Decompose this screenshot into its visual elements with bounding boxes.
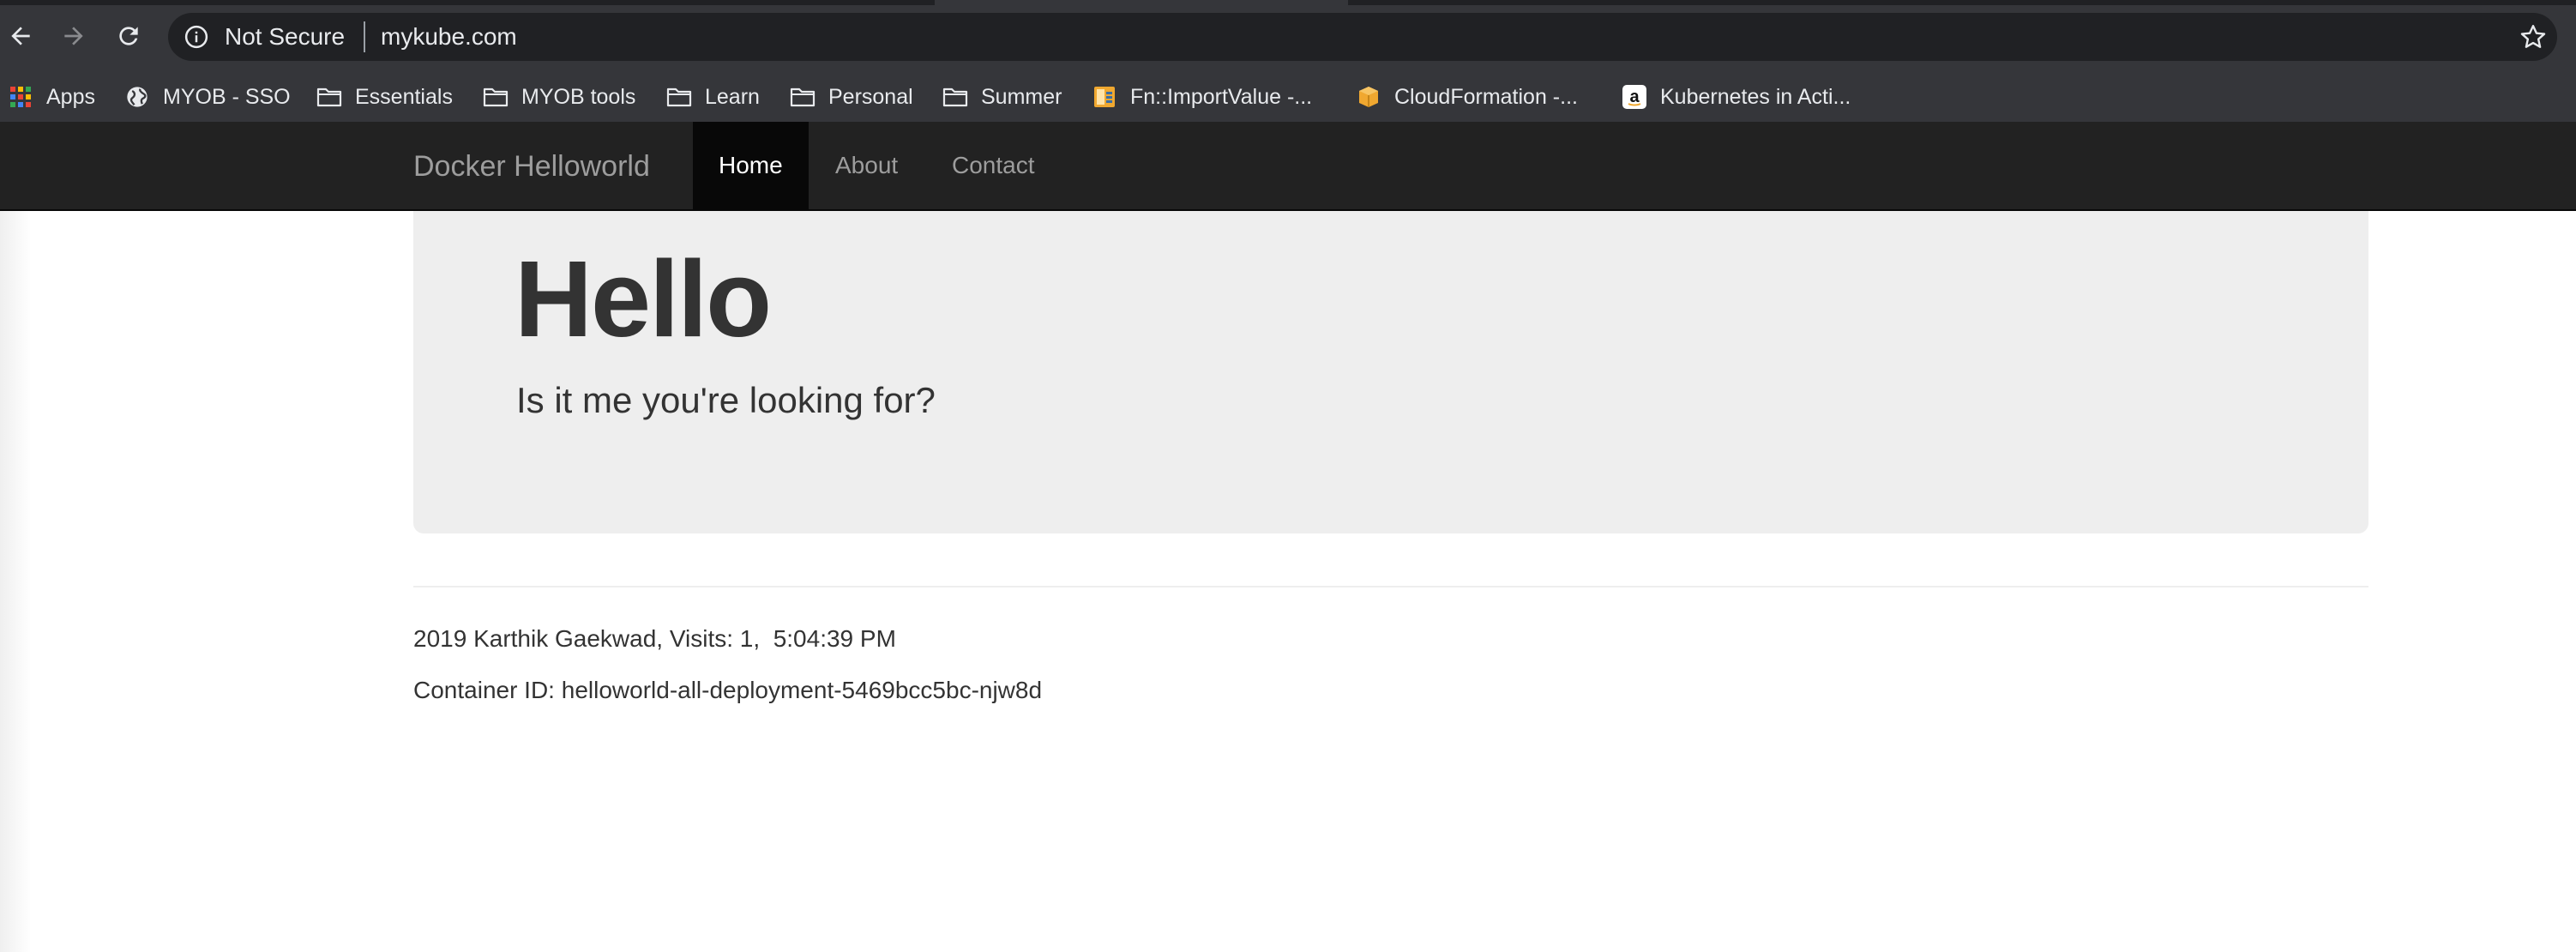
back-arrow-icon <box>11 27 30 45</box>
bookmark-label: Summer <box>981 84 1062 109</box>
info-icon[interactable] <box>184 24 209 54</box>
omnibox-divider <box>364 21 365 52</box>
hero-lead: Is it me you're looking for? <box>516 380 936 420</box>
bookmark-label: Essentials <box>355 84 453 109</box>
footer-container-id: Container ID: helloworld-all-deployment-… <box>413 677 1043 703</box>
jumbotron: Hello Is it me you're looking for? <box>413 211 2368 533</box>
folder-icon <box>789 83 816 111</box>
browser-toolbar: Not Secure mykube.com <box>0 0 2576 72</box>
bookmark-myob-tools[interactable]: MYOB tools <box>482 72 635 122</box>
aws-docs-icon <box>1091 83 1118 111</box>
folder-icon <box>942 83 969 111</box>
aws-box-icon <box>1355 83 1382 111</box>
folder-icon <box>665 83 693 111</box>
security-label[interactable]: Not Secure <box>225 24 345 50</box>
bookmark-star-icon[interactable] <box>2518 21 2549 57</box>
apps-grid-icon <box>7 83 34 111</box>
bookmark-myob-sso[interactable]: MYOB - SSO <box>123 72 291 122</box>
nav-link-home[interactable]: Home <box>693 122 809 209</box>
bookmark-apps[interactable]: Apps <box>7 72 95 122</box>
bookmark-kubernetes-in-action[interactable]: a Kubernetes in Acti... <box>1621 72 1851 122</box>
navbar-brand[interactable]: Docker Helloworld <box>413 149 650 184</box>
site-navbar: Docker Helloworld Home About Contact <box>0 122 2576 211</box>
footer-divider <box>413 586 2368 587</box>
tab-edge[interactable] <box>935 0 1348 5</box>
folder-icon <box>482 83 509 111</box>
back-button[interactable] <box>0 15 41 57</box>
forward-button[interactable] <box>53 15 94 57</box>
bookmark-label: Personal <box>828 84 913 109</box>
bookmark-label: Kubernetes in Acti... <box>1660 84 1851 109</box>
hero-heading: Hello <box>515 238 772 359</box>
folder-icon <box>316 83 343 111</box>
bookmark-learn[interactable]: Learn <box>665 72 760 122</box>
bookmark-personal[interactable]: Personal <box>789 72 913 122</box>
reload-icon <box>119 27 138 45</box>
bookmark-label: Apps <box>46 84 95 109</box>
bookmark-label: Fn::ImportValue -... <box>1130 84 1313 109</box>
bookmark-label: Learn <box>705 84 760 109</box>
amazon-icon: a <box>1621 83 1648 111</box>
bookmarks-bar: Apps MYOB - SSO Essentials MYOB tools Le… <box>0 72 2576 122</box>
bookmark-label: MYOB tools <box>521 84 636 109</box>
url-text[interactable]: mykube.com <box>381 24 517 50</box>
bookmark-cloudformation[interactable]: CloudFormation -... <box>1355 72 1578 122</box>
page-left-edge <box>0 211 31 952</box>
address-bar[interactable]: Not Secure mykube.com <box>168 13 2557 61</box>
footer-visits: 2019 Karthik Gaekwad, Visits: 1, 5:04:39… <box>413 625 896 652</box>
reload-button[interactable] <box>108 15 149 57</box>
tab-strip <box>0 0 2576 5</box>
globe-icon <box>123 83 151 111</box>
bookmark-label: CloudFormation -... <box>1394 84 1578 109</box>
bookmark-summer[interactable]: Summer <box>942 72 1062 122</box>
bookmark-essentials[interactable]: Essentials <box>316 72 453 122</box>
bookmark-label: MYOB - SSO <box>163 84 291 109</box>
nav-link-about[interactable]: About <box>810 122 924 209</box>
svg-text:a: a <box>1629 87 1640 106</box>
bookmark-fn-importvalue[interactable]: Fn::ImportValue -... <box>1091 72 1312 122</box>
forward-arrow-icon <box>64 27 83 45</box>
nav-link-contact[interactable]: Contact <box>926 122 1061 209</box>
